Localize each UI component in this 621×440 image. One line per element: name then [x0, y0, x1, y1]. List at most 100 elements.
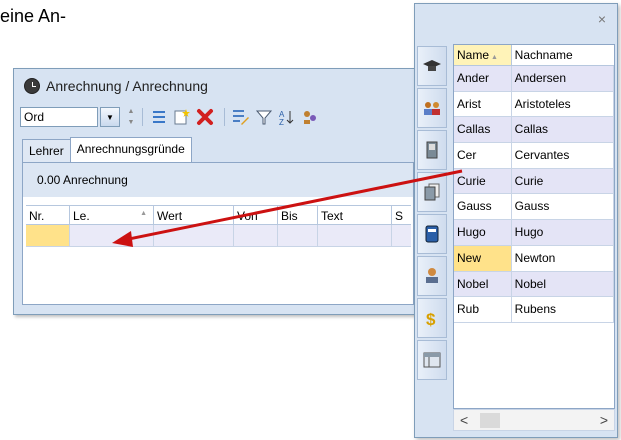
col-header-nr[interactable]: Nr. — [26, 206, 70, 224]
teacher-side-panel: × $ Name ▲ Nachname Ander Andersen Arist… — [414, 3, 618, 438]
edit-list-button[interactable] — [231, 107, 251, 127]
teacher-surname: Cervantes — [512, 143, 614, 168]
teacher-short: Callas — [454, 117, 512, 143]
scroll-thumb[interactable] — [480, 413, 500, 428]
toolbar: Ord ▼ ▲ ▼ AZ — [20, 105, 415, 129]
table-row[interactable]: Cer Cervantes — [454, 143, 614, 169]
tab-bar: Lehrer Anrechnungsgründe — [22, 137, 192, 162]
teacher-surname: Callas — [512, 117, 614, 143]
anrechnung-grid: Nr. Le. ▲ Wert Von Bis Text S — [26, 205, 411, 247]
teacher-short: New — [454, 245, 512, 271]
new-record-button[interactable] — [172, 107, 192, 127]
close-icon[interactable]: × — [595, 12, 609, 26]
teacher-short: Cer — [454, 143, 512, 168]
group-icon — [424, 102, 440, 115]
teacher-list-body: Ander Andersen Arist Aristoteles Callas Cal… — [454, 66, 614, 323]
chevron-down-icon[interactable]: ▼ — [128, 119, 135, 126]
table-row[interactable]: Arist Aristoteles — [454, 91, 614, 118]
total-anrechnung: 0.00 Anrechnung — [37, 173, 128, 187]
toolbar-separator — [142, 108, 143, 126]
strip-money-button[interactable]: $ — [417, 298, 447, 338]
strip-person-button[interactable] — [417, 256, 447, 296]
teacher-short: Ander — [454, 66, 512, 91]
window-title: Anrechnung / Anrechnung — [46, 78, 208, 94]
horizontal-scrollbar[interactable]: < > — [453, 409, 615, 431]
list-icon-button[interactable] — [149, 107, 169, 127]
combo-dropdown-button[interactable]: ▼ — [100, 107, 120, 127]
teacher-short: Nobel — [454, 271, 512, 297]
scroll-left-icon[interactable]: < — [460, 412, 468, 428]
strip-teacher-button[interactable] — [417, 46, 447, 86]
table-row[interactable]: Nobel Nobel — [454, 271, 614, 298]
grid-cell-s[interactable] — [392, 225, 411, 246]
class-combo[interactable]: Ord — [20, 107, 98, 127]
teacher-surname: Hugo — [512, 220, 614, 245]
tab-anrechnungsgruende-label: Anrechnungsgründe — [76, 142, 185, 156]
table-row[interactable]: Gauss Gauss — [454, 194, 614, 221]
table-row[interactable]: Hugo Hugo — [454, 220, 614, 246]
strip-subjects-button[interactable] — [417, 172, 447, 212]
filter-button[interactable] — [254, 107, 274, 127]
new-document-icon — [174, 109, 190, 125]
edit-list-icon — [233, 110, 249, 125]
book-icon — [425, 225, 439, 243]
grid-cell-nr[interactable] — [26, 225, 70, 246]
delete-button[interactable] — [195, 107, 215, 127]
col-header-nachname[interactable]: Nachname — [512, 45, 614, 65]
teacher-short: Rub — [454, 297, 512, 322]
col-header-bis[interactable]: Bis — [278, 206, 318, 224]
col-header-wert-label: Wert — [157, 209, 183, 223]
clock-icon — [24, 78, 40, 94]
table-row[interactable]: Rub Rubens — [454, 297, 614, 323]
class-combo-value: Ord — [24, 110, 45, 124]
grid-new-row[interactable] — [26, 225, 411, 247]
mortarboard-icon — [423, 60, 441, 71]
col-header-bis-label: Bis — [281, 209, 298, 223]
list-icon — [153, 111, 165, 123]
tab-lehrer[interactable]: Lehrer — [22, 139, 71, 162]
info-bar: 0.00 Anrechnung — [23, 163, 413, 197]
col-header-le-label: Le. — [73, 209, 90, 223]
col-header-text[interactable]: Text — [318, 206, 392, 224]
element-type-strip: $ — [417, 46, 451, 436]
teacher-surname: Gauss — [512, 194, 614, 220]
col-header-von-label: Von — [237, 209, 258, 223]
strip-book-button[interactable] — [417, 214, 447, 254]
grid-cell-le[interactable] — [70, 225, 154, 246]
teacher-surname: Nobel — [512, 271, 614, 297]
teacher-list: Name ▲ Nachname Ander Andersen Arist Aristo… — [453, 44, 615, 409]
strip-table-button[interactable] — [417, 340, 447, 380]
grid-cell-text[interactable] — [318, 225, 392, 246]
strip-classes-button[interactable] — [417, 88, 447, 128]
col-header-wert[interactable]: Wert — [154, 206, 234, 224]
table-row[interactable]: Curie Curie — [454, 168, 614, 195]
col-header-von[interactable]: Von — [234, 206, 278, 224]
col-header-name[interactable]: Name ▲ — [454, 45, 512, 65]
documents-icon — [424, 183, 440, 201]
col-header-le[interactable]: Le. ▲ — [70, 206, 154, 224]
col-header-s[interactable]: S — [392, 206, 411, 224]
strip-rooms-button[interactable] — [417, 130, 447, 170]
sort-button[interactable]: AZ — [277, 107, 297, 127]
people-button[interactable] — [300, 107, 320, 127]
grid-cell-bis[interactable] — [278, 225, 318, 246]
col-header-s-label: S — [395, 209, 404, 223]
col-header-text-label: Text — [321, 209, 344, 223]
table-row[interactable]: Ander Andersen — [454, 66, 614, 92]
grid-header-row: Nr. Le. ▲ Wert Von Bis Text S — [26, 205, 411, 225]
grid-cell-von[interactable] — [234, 225, 278, 246]
table-row-selected[interactable]: New Newton — [454, 245, 614, 272]
teacher-surname: Curie — [512, 168, 614, 194]
record-stepper[interactable]: ▲ ▼ — [126, 108, 136, 126]
delete-x-icon — [197, 109, 213, 125]
table-row[interactable]: Callas Callas — [454, 117, 614, 144]
tab-anrechnungsgruende[interactable]: Anrechnungsgründe — [69, 137, 192, 162]
teacher-surname: Newton — [512, 245, 614, 271]
person-icon — [426, 268, 438, 283]
grid-cell-wert[interactable] — [154, 225, 234, 246]
people-icon — [304, 111, 316, 124]
intro-text: eine An- — [0, 6, 67, 26]
teacher-short: Arist — [454, 91, 512, 117]
scroll-right-icon[interactable]: > — [600, 412, 608, 428]
chevron-up-icon[interactable]: ▲ — [128, 108, 135, 115]
